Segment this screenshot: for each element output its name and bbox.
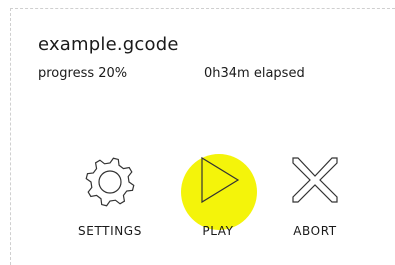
job-filename: example.gcode [38, 34, 179, 55]
close-icon [270, 150, 360, 220]
progress-text: progress 20% [38, 66, 128, 81]
elapsed-time: 0h34m elapsed [204, 66, 305, 81]
abort-button[interactable]: ABORT [270, 150, 360, 245]
play-button[interactable]: PLAY [173, 150, 263, 245]
play-label: PLAY [202, 224, 234, 238]
panel-border-left [10, 8, 11, 265]
settings-label: SETTINGS [78, 224, 142, 238]
gear-icon [65, 150, 155, 220]
panel-border-top [10, 8, 395, 9]
play-icon [173, 150, 263, 220]
abort-label: ABORT [293, 224, 337, 238]
settings-button[interactable]: SETTINGS [65, 150, 155, 245]
print-status-panel: example.gcode progress 20% 0h34m elapsed… [0, 0, 395, 265]
